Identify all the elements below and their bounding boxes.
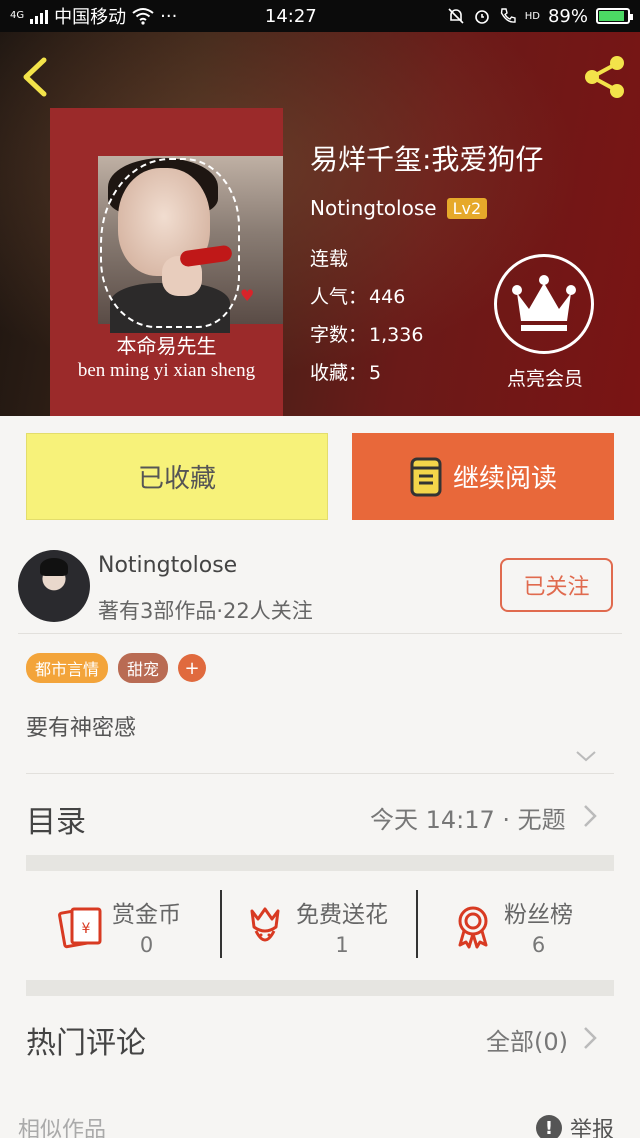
word-count: 字数： 1,336: [310, 320, 423, 347]
share-button[interactable]: [580, 52, 630, 102]
popularity: 人气： 446: [310, 282, 405, 309]
tag-item[interactable]: 都市言情: [26, 653, 109, 683]
hot-comments-label: 热门评论: [26, 1026, 146, 1061]
level-badge: Lv2: [446, 197, 488, 219]
carrier-name: 中国移动: [54, 7, 127, 28]
book-cover[interactable]: ♥ 本命易先生 ben ming yi xian sheng: [50, 108, 283, 416]
mute-bell-icon: [448, 8, 464, 24]
vip-label[interactable]: 点亮会员: [480, 364, 610, 391]
chevron-down-icon: [576, 751, 596, 762]
divider: [18, 633, 622, 634]
cover-dashed-outline: [100, 158, 240, 328]
fan-ranking-count: 6: [531, 933, 546, 957]
author-card-name[interactable]: Notingtolose: [98, 553, 237, 578]
popularity-label: 人气：: [310, 286, 368, 308]
coin-reward-button[interactable]: ¥ 赏金币 0: [56, 893, 181, 959]
section-band: [26, 855, 614, 871]
book-header: 4G 中国移动 ··· 14:27 HD 89% ♥ 本命易先生 ben min…: [0, 0, 640, 416]
fan-ranking-label: 粉丝榜: [504, 902, 573, 928]
favorited-button[interactable]: 已收藏: [26, 433, 328, 520]
book-intro: 要有神密感: [26, 716, 137, 741]
coin-reward-label: 赏金币: [112, 902, 181, 928]
clock: 14:27: [264, 5, 317, 27]
tag-list: 都市言情 甜宠 +: [26, 653, 207, 683]
back-button[interactable]: [14, 52, 54, 102]
battery-icon: [596, 8, 633, 24]
medal-icon: [458, 906, 488, 949]
author-avatar[interactable]: [18, 550, 90, 622]
flower-icon: [250, 907, 280, 942]
author-row[interactable]: Notingtolose Lv2: [310, 196, 488, 220]
expand-intro-button[interactable]: [575, 748, 597, 764]
report-label: 举报: [570, 1118, 615, 1138]
author-name[interactable]: Notingtolose: [310, 196, 437, 220]
battery-percent: 89%: [547, 5, 588, 27]
chevron-right-icon[interactable]: [582, 803, 598, 829]
wifi-icon: [132, 8, 154, 25]
section-band: [26, 980, 614, 996]
send-flower-button[interactable]: 免费送花 1: [240, 893, 388, 959]
book-title: 易烊千玺:我爱狗仔: [310, 143, 544, 176]
all-comments-link[interactable]: 全部(0): [486, 1022, 568, 1057]
share-icon: [585, 56, 624, 98]
coin-reward-count: 0: [139, 933, 154, 957]
book-icon: [410, 457, 442, 496]
send-flower-count: 1: [335, 933, 349, 957]
more-indicator: ···: [160, 5, 178, 27]
report-button[interactable]: ! 举报: [536, 1112, 614, 1138]
cover-title: 本命易先生: [116, 334, 217, 358]
hd-indicator: HD: [524, 10, 540, 22]
warning-icon: !: [536, 1115, 562, 1138]
back-arrow-icon: [23, 57, 47, 97]
network-type: 4G: [10, 10, 25, 21]
heart-icon: ♥: [240, 286, 255, 305]
favorite-count-value: 5: [369, 362, 382, 384]
divider: [220, 890, 222, 958]
popularity-value: 446: [369, 286, 406, 308]
similar-works-label: 相似作品: [18, 1118, 107, 1138]
signal-icon: [30, 8, 49, 24]
favorite-count-label: 收藏：: [310, 362, 368, 384]
add-tag-button[interactable]: +: [178, 654, 207, 682]
crown-icon: [512, 275, 576, 331]
cover-subtitle: ben ming yi xian sheng: [77, 360, 256, 381]
word-count-label: 字数：: [310, 324, 368, 346]
author-card-stats: 著有3部作品·22人关注: [98, 599, 313, 623]
toc-label[interactable]: 目录: [26, 797, 86, 841]
serial-status: 连载: [310, 248, 349, 270]
favorite-count: 收藏： 5: [310, 358, 381, 385]
vip-button[interactable]: [494, 254, 594, 354]
svg-text:¥: ¥: [82, 921, 91, 937]
fan-ranking-button[interactable]: 粉丝榜 6: [448, 893, 573, 959]
continue-reading-button[interactable]: 继续阅读: [352, 433, 614, 520]
call-icon: [500, 8, 516, 23]
chevron-right-icon[interactable]: [582, 1025, 598, 1051]
continue-reading-label: 继续阅读: [452, 464, 557, 494]
tag-item[interactable]: 甜宠: [118, 653, 169, 683]
alarm-icon: [474, 10, 489, 24]
send-flower-label: 免费送花: [296, 902, 388, 928]
follow-button[interactable]: 已关注: [500, 558, 613, 612]
divider: [416, 890, 418, 958]
status-bar: 4G 中国移动 ··· 14:27 HD 89%: [0, 0, 640, 32]
red-envelope-icon: ¥: [58, 907, 102, 949]
word-count-value: 1,336: [369, 324, 424, 346]
divider: [26, 773, 614, 774]
toc-latest-chapter[interactable]: 今天 14:17 · 无题: [370, 800, 566, 835]
